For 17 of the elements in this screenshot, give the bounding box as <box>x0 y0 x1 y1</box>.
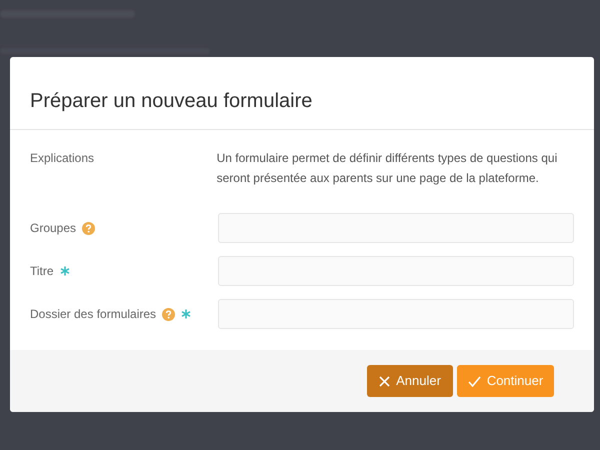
input-field[interactable] <box>218 256 574 286</box>
dialog-title: Préparer un nouveau formulaire <box>30 89 314 114</box>
explanation-label: Explications <box>30 150 96 167</box>
field-label: Dossier des formulaires <box>30 306 156 323</box>
help-icon <box>162 308 176 320</box>
explanation-text: Un formulaire permet de définir différents types de questions qui seront présentée aux parents sur une page de la plateforme. <box>216 150 558 187</box>
input-field[interactable] <box>218 213 574 243</box>
required-asterisk-icon <box>60 266 70 276</box>
cancel-button[interactable]: Annuler <box>367 365 453 397</box>
field-label: Groupes <box>30 220 76 237</box>
close-icon <box>379 376 390 386</box>
input-field[interactable] <box>218 299 574 329</box>
continue-button[interactable]: Continuer <box>457 365 554 397</box>
help-icon <box>82 222 96 234</box>
check-icon <box>468 376 481 386</box>
required-asterisk-icon <box>181 309 192 319</box>
field-label: Titre <box>30 263 54 280</box>
